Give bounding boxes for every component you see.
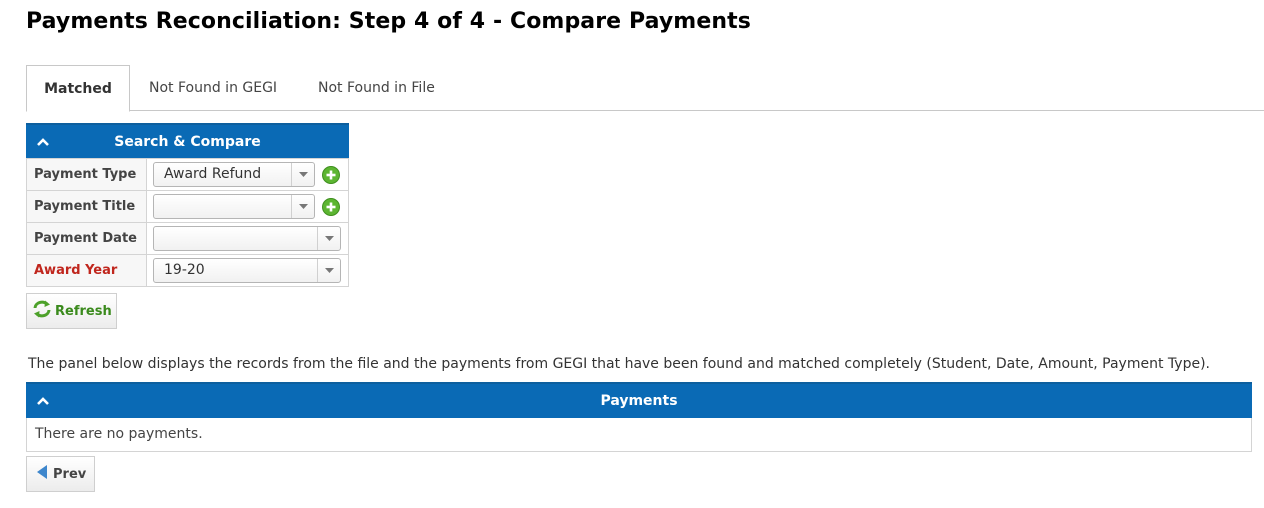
refresh-button[interactable]: Refresh — [26, 293, 117, 329]
tab-not-found-in-gegi[interactable]: Not Found in GEGI — [130, 65, 296, 111]
payments-panel-title: Payments — [600, 393, 678, 409]
chevron-down-icon[interactable] — [291, 163, 314, 186]
award-year-label: Award Year — [26, 254, 147, 287]
prev-button[interactable]: Prev — [26, 456, 95, 492]
chevron-down-icon[interactable] — [317, 259, 340, 282]
payment-date-select[interactable] — [153, 226, 341, 251]
tab-matched[interactable]: Matched — [26, 65, 130, 112]
collapse-up-icon[interactable] — [36, 125, 50, 158]
payment-date-label: Payment Date — [26, 222, 147, 255]
payments-panel-header[interactable]: Payments — [26, 382, 1252, 418]
payment-title-select[interactable] — [153, 194, 315, 219]
chevron-down-icon[interactable] — [291, 195, 314, 218]
payment-type-select[interactable]: Award Refund — [153, 162, 315, 187]
award-year-select[interactable]: 19-20 — [153, 258, 341, 283]
page-title: Payments Reconciliation: Step 4 of 4 - C… — [26, 9, 751, 34]
refresh-label: Refresh — [55, 303, 112, 319]
payment-type-value: Award Refund — [164, 166, 262, 182]
chevron-down-icon[interactable] — [317, 227, 340, 250]
prev-label: Prev — [53, 466, 87, 482]
payment-type-label: Payment Type — [26, 158, 147, 191]
search-panel-title: Search & Compare — [114, 134, 261, 150]
payment-title-label: Payment Title — [26, 190, 147, 223]
refresh-icon — [32, 300, 52, 322]
payments-panel: Payments There are no payments. — [26, 382, 1252, 452]
award-year-value: 19-20 — [164, 262, 205, 278]
search-compare-panel: Search & Compare Payment Type Award Refu… — [26, 123, 349, 287]
add-icon[interactable] — [322, 166, 340, 184]
tab-not-found-in-file[interactable]: Not Found in File — [299, 65, 454, 111]
search-form: Payment Type Award Refund Payment Title — [26, 158, 349, 287]
payments-empty-message: There are no payments. — [26, 418, 1252, 452]
prev-arrow-icon — [37, 465, 47, 483]
collapse-up-icon[interactable] — [36, 384, 50, 417]
add-icon[interactable] — [322, 198, 340, 216]
panel-description: The panel below displays the records fro… — [28, 356, 1210, 372]
search-panel-header[interactable]: Search & Compare — [26, 123, 349, 158]
tab-bar: Matched Not Found in GEGI Not Found in F… — [26, 65, 1264, 112]
